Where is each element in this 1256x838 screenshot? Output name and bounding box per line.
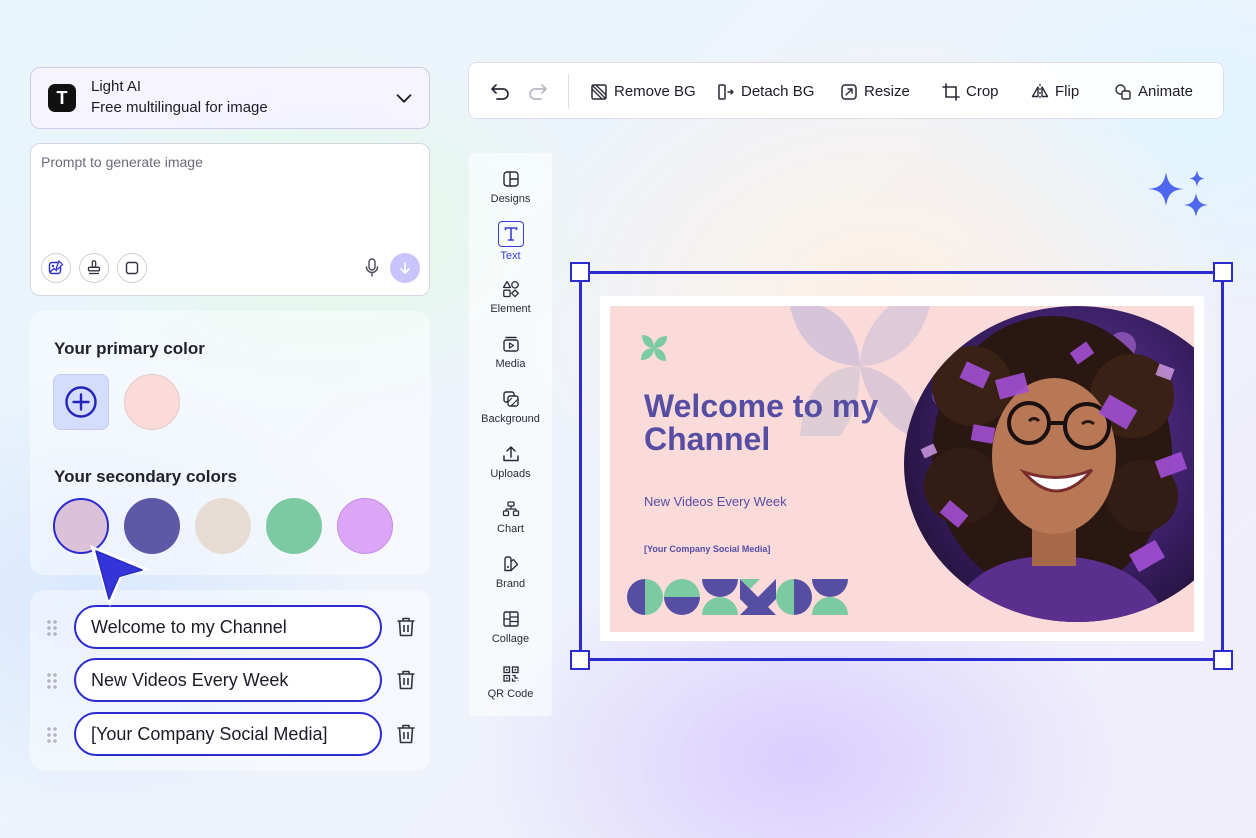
detach-bg-label: Detach BG (741, 83, 815, 100)
editor-toolbar: Remove BG Detach BG Resize Crop Flip Ani… (468, 62, 1224, 119)
model-description: Free multilingual for image (91, 99, 268, 116)
add-color-button[interactable] (53, 374, 109, 430)
generate-button[interactable] (390, 253, 420, 283)
toolbar-divider (568, 74, 569, 109)
primary-color-heading: Your primary color (54, 339, 205, 358)
resize-button[interactable]: Resize (840, 63, 910, 120)
drag-handle-icon[interactable] (45, 725, 59, 745)
side-tool-label: Background (481, 413, 540, 425)
side-tool-label: Chart (497, 523, 524, 535)
selection-frame[interactable] (570, 262, 1233, 670)
detach-bg-button[interactable]: Detach BG (717, 63, 814, 120)
model-info: Light AI Free multilingual for image (91, 77, 393, 119)
resize-handle-bottom-right[interactable] (1213, 650, 1233, 670)
primary-color-swatch[interactable] (124, 374, 180, 430)
collage-icon (502, 611, 519, 627)
side-tool-collage[interactable]: Collage (469, 610, 552, 662)
text-field-input[interactable]: New Videos Every Week (74, 658, 382, 702)
background-icon (502, 391, 519, 407)
crop-icon (942, 82, 960, 101)
flip-label: Flip (1055, 83, 1080, 100)
media-icon (502, 336, 519, 352)
resize-handle-top-right[interactable] (1213, 262, 1233, 282)
text-field-input[interactable]: [Your Company Social Media] (74, 712, 382, 756)
side-tool-designs[interactable]: Designs (469, 170, 552, 222)
side-tool-chart[interactable]: Chart (469, 500, 552, 552)
chevron-down-icon[interactable] (393, 87, 415, 109)
resize-label: Resize (864, 83, 910, 100)
animate-icon (1115, 83, 1131, 100)
side-tool-label: Brand (495, 578, 526, 590)
arrow-down-icon (400, 262, 410, 274)
side-tool-text[interactable]: Text (469, 221, 552, 277)
image-edit-icon (48, 260, 64, 275)
side-tools-panel: Designs Text Element Media Background Up… (469, 153, 552, 716)
crop-button[interactable]: Crop (942, 63, 999, 120)
sparkle-icon (1148, 170, 1208, 217)
crop-label: Crop (966, 83, 999, 100)
animate-button[interactable]: Animate (1114, 63, 1193, 120)
side-tool-label: Element (490, 303, 531, 315)
image-edit-button[interactable] (41, 253, 71, 283)
qr-code-icon (502, 666, 519, 682)
remove-bg-label: Remove BG (614, 83, 696, 100)
side-tool-qr-code[interactable]: QR Code (469, 665, 552, 717)
text-fields-panel: Welcome to my Channel New Videos Every W… (30, 590, 430, 771)
remove-bg-button[interactable]: Remove BG (590, 63, 696, 120)
square-icon (125, 261, 139, 275)
side-tool-media[interactable]: Media (469, 335, 552, 387)
trash-icon[interactable] (394, 722, 418, 746)
element-icon (502, 280, 519, 298)
stamp-icon (87, 260, 101, 275)
resize-handle-bottom-left[interactable] (570, 650, 590, 670)
side-tool-label: QR Code (487, 688, 534, 700)
resize-handle-top-left[interactable] (570, 262, 590, 282)
upload-icon (502, 446, 519, 462)
flip-icon (1031, 83, 1049, 100)
animate-label: Animate (1138, 83, 1194, 100)
active-tool-highlight (497, 221, 524, 247)
prompt-placeholder: Prompt to generate image (41, 154, 203, 170)
model-selector[interactable]: T Light AI Free multilingual for image (30, 67, 430, 129)
plus-circle-icon (65, 386, 97, 418)
redo-icon[interactable] (527, 81, 549, 101)
side-tool-element[interactable]: Element (469, 280, 552, 332)
text-field-row: New Videos Every Week (30, 658, 430, 704)
side-tool-background[interactable]: Background (469, 390, 552, 442)
side-tool-uploads[interactable]: Uploads (469, 445, 552, 497)
side-tool-label: Text (500, 250, 521, 262)
trash-icon[interactable] (394, 668, 418, 692)
side-tool-label: Designs (490, 193, 531, 205)
drag-handle-icon[interactable] (45, 671, 59, 691)
designs-icon (502, 171, 519, 187)
secondary-color-swatch[interactable] (337, 498, 393, 554)
text-field-row: [Your Company Social Media] (30, 712, 430, 758)
trash-icon[interactable] (394, 615, 418, 639)
mouse-cursor-icon (90, 545, 150, 607)
chart-icon (502, 501, 519, 517)
text-icon (504, 227, 517, 241)
secondary-color-swatch[interactable] (266, 498, 322, 554)
model-logo: T (48, 84, 76, 112)
flip-button[interactable]: Flip (1031, 63, 1079, 120)
resize-icon (841, 83, 857, 100)
color-panel: Your primary color Your secondary colors (30, 311, 430, 575)
side-tool-label: Uploads (490, 468, 531, 480)
side-tool-label: Media (495, 358, 526, 370)
detach-background-icon (718, 83, 734, 100)
secondary-color-swatch[interactable] (195, 498, 251, 554)
undo-icon[interactable] (489, 81, 511, 101)
brand-icon (503, 556, 518, 572)
side-tool-label: Collage (491, 633, 530, 645)
aspect-ratio-button[interactable] (117, 253, 147, 283)
prompt-input[interactable]: Prompt to generate image (30, 143, 430, 296)
secondary-colors-heading: Your secondary colors (54, 467, 237, 486)
drag-handle-icon[interactable] (45, 618, 59, 638)
remove-background-icon (591, 83, 607, 100)
microphone-icon[interactable] (363, 257, 381, 279)
side-tool-brand[interactable]: Brand (469, 555, 552, 607)
stamp-button[interactable] (79, 253, 109, 283)
model-name: Light AI (91, 78, 142, 95)
